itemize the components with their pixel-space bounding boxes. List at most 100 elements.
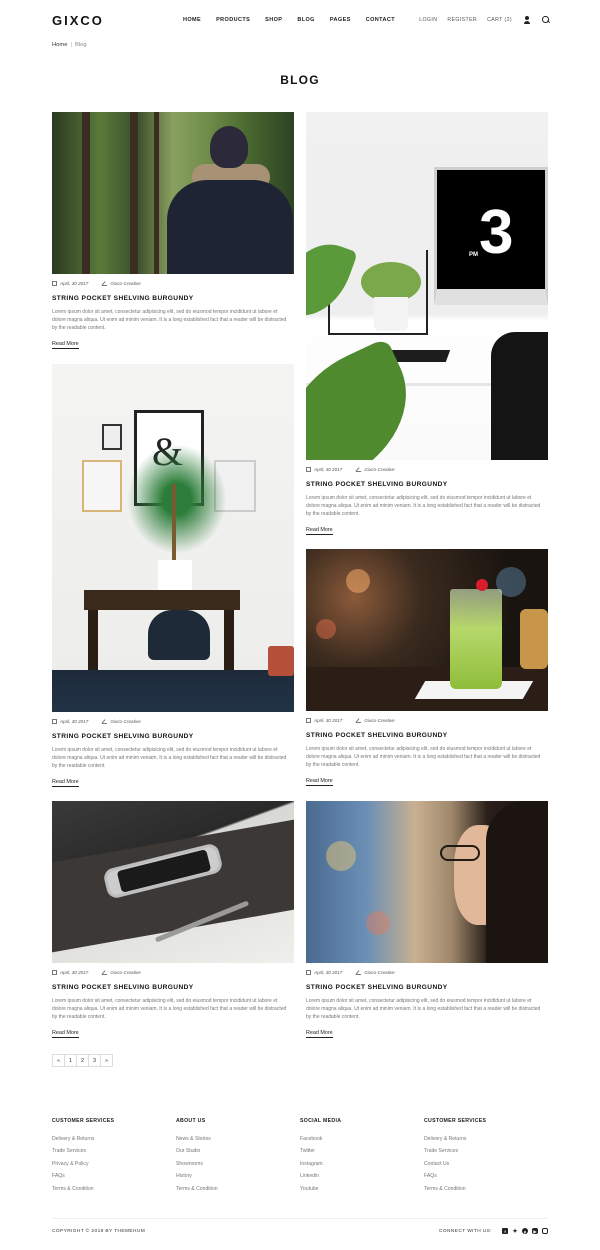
post-meta: April, 30 2017 Gixco-Creative	[306, 467, 548, 472]
post-date: April, 30 2017	[314, 467, 343, 472]
site-logo[interactable]: GIXCO	[52, 13, 104, 28]
site-header: GIXCO HOME PRODUCTS SHOP BLOG PAGES CONT…	[0, 0, 600, 40]
footer-column-title: SOCIAL MEDIA	[300, 1118, 342, 1124]
nav-pages[interactable]: PAGES	[330, 17, 351, 23]
post-image-desk[interactable]: &	[52, 364, 294, 712]
blog-post-card: April, 30 2017 Gixco-Creative STRING POC…	[306, 801, 548, 1039]
read-more-link[interactable]: Read More	[306, 1030, 333, 1038]
page-title: BLOG	[280, 73, 320, 87]
post-title[interactable]: STRING POCKET SHELVING BURGUNDY	[306, 984, 548, 991]
search-icon[interactable]	[542, 16, 550, 24]
post-image-forest[interactable]	[52, 112, 294, 274]
footer-link[interactable]: FAQs	[52, 1170, 172, 1182]
footer-column-title: CUSTOMER SERVICES	[424, 1118, 487, 1124]
footer-link[interactable]: Youtube	[300, 1183, 420, 1195]
post-author[interactable]: Gixco-Creative	[364, 970, 394, 975]
login-link[interactable]: LOGIN	[419, 17, 437, 23]
edit-icon	[102, 970, 108, 975]
post-image-imac[interactable]: 3 PM	[306, 112, 548, 460]
post-excerpt: Lorem ipsum dolor sit amet, consectetur …	[52, 998, 287, 1020]
footer-link[interactable]: Delivery & Returns	[52, 1133, 172, 1145]
nav-blog[interactable]: BLOG	[297, 17, 315, 23]
user-icon[interactable]	[523, 16, 531, 24]
social-links: CONNECT WITH US: f ✦ p ▶	[439, 1228, 548, 1235]
post-title[interactable]: STRING POCKET SHELVING BURGUNDY	[52, 295, 294, 302]
footer-divider	[52, 1218, 548, 1219]
edit-icon	[102, 281, 108, 286]
pagination-next[interactable]: »	[100, 1054, 113, 1067]
post-meta: April, 30 2017 Gixco-Creative	[306, 718, 548, 723]
footer-column-title: ABOUT US	[176, 1118, 206, 1124]
breadcrumb-current: Blog	[74, 42, 87, 48]
calendar-icon	[306, 970, 311, 975]
footer-link[interactable]: Trade Services	[52, 1145, 172, 1157]
post-author[interactable]: Gixco-Creative	[364, 718, 394, 723]
breadcrumb-home[interactable]: Home	[52, 42, 67, 48]
read-more-link[interactable]: Read More	[306, 778, 333, 786]
post-author[interactable]: Gixco-Creative	[110, 970, 140, 975]
calendar-icon	[306, 718, 311, 723]
post-excerpt: Lorem ipsum dolor sit amet, consectetur …	[52, 309, 287, 331]
footer-link[interactable]: FAQs	[424, 1170, 544, 1182]
post-image-phone[interactable]	[52, 801, 294, 963]
nav-shop[interactable]: SHOP	[265, 17, 282, 23]
account-links: LOGIN REGISTER CART (2)	[409, 16, 550, 24]
post-image-woman[interactable]	[306, 801, 548, 963]
footer-link[interactable]: Privacy & Policy	[52, 1158, 172, 1170]
footer-link[interactable]: Delivery & Returns	[424, 1133, 544, 1145]
instagram-icon[interactable]	[542, 1228, 548, 1234]
blog-post-card: April, 30 2017 Gixco-Creative STRING POC…	[52, 112, 294, 350]
pinterest-icon[interactable]: p	[522, 1228, 528, 1234]
post-author[interactable]: Gixco-Creative	[110, 719, 140, 724]
read-more-link[interactable]: Read More	[52, 1030, 79, 1038]
footer-link[interactable]: Instagram	[300, 1158, 420, 1170]
nav-home[interactable]: HOME	[183, 17, 201, 23]
post-title[interactable]: STRING POCKET SHELVING BURGUNDY	[306, 732, 548, 739]
post-image-cocktail[interactable]	[306, 549, 548, 711]
cart-link[interactable]: CART (2)	[487, 17, 512, 23]
read-more-link[interactable]: Read More	[52, 779, 79, 787]
footer-link[interactable]: Contact Us	[424, 1158, 544, 1170]
nav-contact[interactable]: CONTACT	[366, 17, 395, 23]
register-link[interactable]: REGISTER	[447, 17, 477, 23]
footer-link[interactable]: Showrooms	[176, 1158, 296, 1170]
post-meta: April, 30 2017 Gixco-Creative	[52, 970, 294, 975]
footer-link[interactable]: Terms & Condition	[424, 1183, 544, 1195]
calendar-icon	[52, 719, 57, 724]
post-meta: April, 30 2017 Gixco-Creative	[306, 970, 548, 975]
footer-column: CUSTOMER SERVICES Delivery & Returns Tra…	[52, 1118, 172, 1195]
post-title[interactable]: STRING POCKET SHELVING BURGUNDY	[52, 984, 294, 991]
calendar-icon	[52, 281, 57, 286]
read-more-link[interactable]: Read More	[52, 341, 79, 349]
facebook-icon[interactable]: f	[502, 1228, 508, 1234]
footer-link[interactable]: News & Stories	[176, 1133, 296, 1145]
footer-column-title: CUSTOMER SERVICES	[52, 1118, 115, 1124]
pagination: « 1 2 3 »	[52, 1054, 113, 1067]
post-meta: April, 30 2017 Gixco-Creative	[52, 281, 294, 286]
edit-icon	[356, 467, 362, 472]
footer-link[interactable]: Trade Services	[424, 1145, 544, 1157]
read-more-link[interactable]: Read More	[306, 527, 333, 535]
footer-link[interactable]: Terms & Condition	[176, 1183, 296, 1195]
footer-link[interactable]: History	[176, 1170, 296, 1182]
copyright-text: COPYRIGHT © 2019 BY THEMEHUM	[52, 1229, 146, 1234]
post-date: April, 30 2017	[60, 719, 89, 724]
footer-link[interactable]: Terms & Condition	[52, 1183, 172, 1195]
post-author[interactable]: Gixco-Creative	[110, 281, 140, 286]
post-date: April, 30 2017	[314, 970, 343, 975]
footer-link[interactable]: Our Studio	[176, 1145, 296, 1157]
footer-column: CUSTOMER SERVICES Delivery & Returns Tra…	[424, 1118, 544, 1195]
nav-products[interactable]: PRODUCTS	[216, 17, 250, 23]
post-title[interactable]: STRING POCKET SHELVING BURGUNDY	[52, 733, 294, 740]
footer-link[interactable]: Twitter	[300, 1145, 420, 1157]
edit-icon	[102, 719, 108, 724]
twitter-icon[interactable]: ✦	[512, 1228, 518, 1235]
clock-number: 3	[479, 198, 514, 267]
footer-link[interactable]: Facebook	[300, 1133, 420, 1145]
youtube-icon[interactable]: ▶	[532, 1228, 538, 1234]
edit-icon	[356, 970, 362, 975]
footer-link[interactable]: Linkedin	[300, 1170, 420, 1182]
post-author[interactable]: Gixco-Creative	[364, 467, 394, 472]
edit-icon	[356, 718, 362, 723]
post-title[interactable]: STRING POCKET SHELVING BURGUNDY	[306, 481, 548, 488]
